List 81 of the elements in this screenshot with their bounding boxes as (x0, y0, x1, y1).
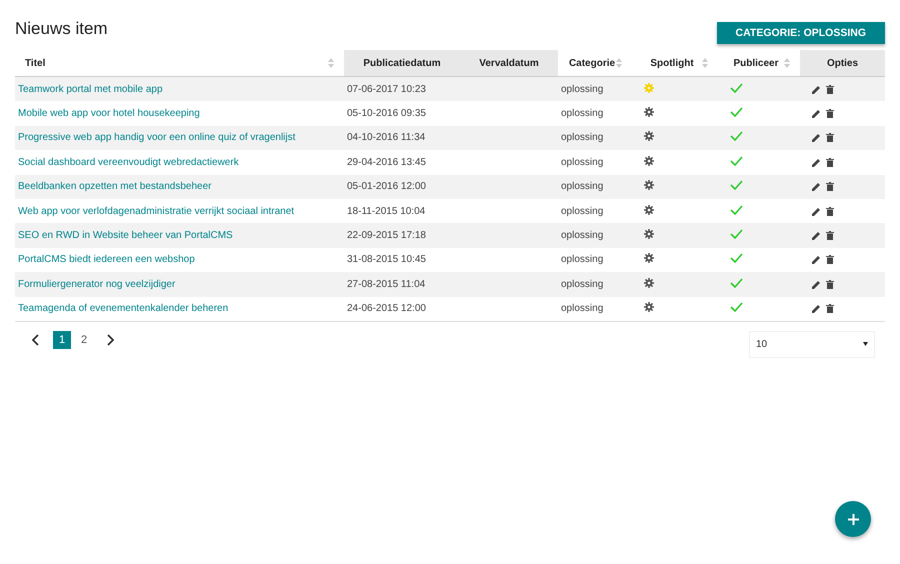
title-link[interactable]: Mobile web app voor hotel housekeeping (18, 108, 200, 120)
gear-icon[interactable] (644, 229, 654, 240)
date-cell: 31-08-2015 10:45 (347, 254, 426, 266)
category-cell: oplossing (561, 132, 604, 144)
edit-icon[interactable] (812, 255, 821, 264)
gear-icon[interactable] (644, 131, 654, 142)
edit-icon[interactable] (812, 304, 821, 314)
title-link[interactable]: Social dashboard vereenvoudigt webredactiewerk (18, 156, 239, 168)
date-cell: 07-06-2017 10:23 (347, 84, 426, 95)
check-icon[interactable] (730, 278, 743, 288)
page-size-select[interactable]: 10 (749, 330, 875, 358)
delete-icon[interactable] (826, 206, 834, 216)
date-cell: 29-04-2016 13:45 (347, 156, 426, 168)
category-cell: oplossing (561, 108, 604, 120)
column-header: Vervaldatum (460, 50, 558, 76)
check-icon[interactable] (730, 302, 743, 312)
chevron-left-icon (32, 334, 40, 346)
delete-icon[interactable] (826, 84, 834, 94)
delete-icon[interactable] (826, 158, 834, 167)
gear-icon[interactable] (644, 107, 654, 118)
gear-icon[interactable] (644, 302, 654, 312)
edit-icon[interactable] (812, 280, 821, 289)
delete-icon[interactable] (826, 109, 834, 118)
column-header: Publicatiedatum (344, 50, 460, 76)
add-button[interactable] (835, 501, 871, 537)
column-header[interactable]: Categorie (568, 58, 616, 68)
edit-icon[interactable] (812, 133, 821, 142)
page-button[interactable]: 1 (53, 330, 71, 349)
category-cell: oplossing (561, 303, 604, 314)
category-cell: oplossing (561, 156, 604, 168)
check-icon[interactable] (730, 82, 743, 93)
page-title: Nieuws item (15, 19, 108, 39)
column-header[interactable]: Publiceer (728, 58, 784, 68)
delete-icon[interactable] (826, 133, 834, 142)
gear-icon[interactable] (644, 180, 654, 190)
caret-icon (863, 342, 868, 346)
category-cell: oplossing (561, 230, 604, 242)
date-cell: 05-01-2016 12:00 (347, 181, 426, 192)
check-icon[interactable] (730, 253, 743, 264)
page-button[interactable]: 2 (75, 330, 93, 349)
date-cell: 27-08-2015 11:04 (347, 278, 426, 290)
gear-icon[interactable] (644, 278, 654, 288)
delete-icon[interactable] (826, 304, 834, 314)
chevron-right-icon (106, 334, 114, 346)
edit-icon[interactable] (812, 158, 821, 167)
delete-icon[interactable] (826, 255, 834, 264)
edit-icon[interactable] (812, 182, 821, 192)
edit-icon[interactable] (812, 206, 821, 216)
check-icon[interactable] (730, 107, 743, 118)
plus-icon (848, 514, 858, 524)
title-link[interactable]: Web app voor verlofdagenadministratie verrijkt sociaal intranet (18, 206, 294, 217)
gear-icon[interactable] (644, 204, 654, 215)
date-cell: 22-09-2015 17:18 (347, 230, 426, 242)
column-header: Opties (800, 50, 885, 76)
check-icon[interactable] (730, 229, 743, 240)
delete-icon[interactable] (826, 182, 834, 192)
check-icon[interactable] (730, 180, 743, 190)
column-header[interactable]: Titel (25, 58, 328, 68)
date-cell: 18-11-2015 10:04 (347, 206, 426, 217)
category-cell: oplossing (561, 206, 604, 217)
date-cell: 04-10-2016 11:34 (347, 132, 426, 144)
category-cell: oplossing (561, 254, 604, 266)
title-link[interactable]: Teamagenda of evenementenkalender beheren (18, 303, 228, 314)
delete-icon[interactable] (826, 231, 834, 240)
category-cell: oplossing (561, 278, 604, 290)
delete-icon[interactable] (826, 280, 834, 289)
check-icon[interactable] (730, 156, 743, 166)
date-cell: 05-10-2016 09:35 (347, 108, 426, 120)
check-icon[interactable] (730, 131, 743, 142)
category-button[interactable]: CATEGORIE: OPLOSSING (716, 22, 885, 44)
edit-icon[interactable] (812, 231, 821, 240)
column-header[interactable]: Spotlight (642, 58, 702, 68)
gear-icon[interactable] (644, 156, 654, 166)
edit-icon[interactable] (812, 84, 821, 94)
gear-icon[interactable] (644, 253, 654, 264)
date-cell: 24-06-2015 12:00 (347, 303, 426, 314)
category-cell: oplossing (561, 181, 604, 192)
edit-icon[interactable] (812, 109, 821, 118)
check-icon[interactable] (730, 204, 743, 215)
category-cell: oplossing (561, 84, 604, 95)
title-link[interactable]: PortalCMS biedt iedereen een webshop (18, 254, 195, 266)
